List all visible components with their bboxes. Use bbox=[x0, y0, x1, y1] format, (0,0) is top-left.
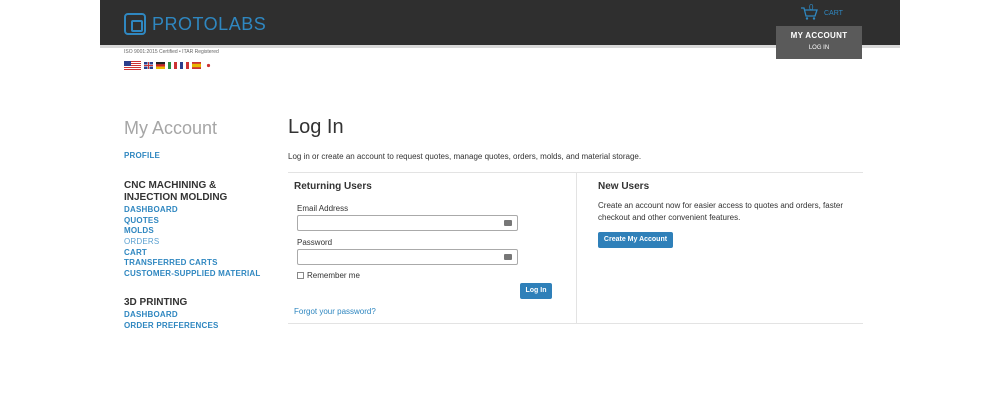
language-flags bbox=[124, 61, 213, 70]
autofill-key-icon[interactable] bbox=[504, 254, 512, 260]
remember-me-row[interactable]: Remember me bbox=[297, 271, 360, 280]
sidebar-item-orders[interactable]: ORDERS bbox=[124, 237, 159, 246]
sidebar-item-order-preferences[interactable]: ORDER PREFERENCES bbox=[124, 321, 219, 330]
uk-flag-icon[interactable] bbox=[144, 62, 153, 69]
sidebar-item-customer-supplied-material[interactable]: CUSTOMER-SUPPLIED MATERIAL bbox=[124, 269, 260, 278]
sidebar-item-cart[interactable]: CART bbox=[124, 248, 147, 257]
sidebar-item-profile[interactable]: PROFILE bbox=[124, 151, 160, 160]
sidebar-item-cnc-dashboard[interactable]: DASHBOARD bbox=[124, 205, 178, 214]
panel-column-divider bbox=[576, 172, 577, 324]
es-flag-icon[interactable] bbox=[192, 62, 201, 69]
cart-count-badge: 0 bbox=[809, 3, 814, 12]
login-button[interactable]: Log In bbox=[520, 283, 552, 299]
my-account-dropdown[interactable]: MY ACCOUNT LOG IN bbox=[776, 26, 862, 59]
email-field[interactable] bbox=[297, 215, 518, 231]
protolabs-logo[interactable]: PROTOLABS bbox=[124, 13, 266, 35]
cart-label: CART bbox=[824, 9, 843, 17]
new-users-description: Create an account now for easier access … bbox=[598, 201, 844, 222]
cart-link[interactable]: 0 CART bbox=[800, 3, 843, 20]
new-users-heading: New Users bbox=[598, 181, 650, 192]
cnc-heading-line2: INJECTION MOLDING bbox=[124, 192, 228, 203]
email-label: Email Address bbox=[297, 204, 349, 213]
remember-me-label: Remember me bbox=[307, 271, 360, 280]
us-flag-icon[interactable] bbox=[124, 61, 141, 70]
remember-me-checkbox[interactable] bbox=[297, 272, 304, 279]
printing-heading: 3D PRINTING bbox=[124, 297, 188, 308]
forgot-password-link[interactable]: Forgot your password? bbox=[294, 307, 376, 316]
page-title: Log In bbox=[288, 116, 344, 138]
create-account-button[interactable]: Create My Account bbox=[598, 232, 673, 248]
de-flag-icon[interactable] bbox=[156, 62, 165, 69]
password-field[interactable] bbox=[297, 249, 518, 265]
header-login-link[interactable]: LOG IN bbox=[776, 45, 862, 51]
cnc-heading-line1: CNC MACHINING & bbox=[124, 180, 217, 191]
returning-users-heading: Returning Users bbox=[294, 181, 372, 192]
it-flag-icon[interactable] bbox=[168, 62, 177, 69]
password-label: Password bbox=[297, 238, 333, 247]
autofill-card-icon[interactable] bbox=[504, 220, 512, 226]
sidebar-item-quotes[interactable]: QUOTES bbox=[124, 216, 159, 225]
my-account-title[interactable]: MY ACCOUNT bbox=[776, 31, 862, 40]
jp-flag-icon[interactable] bbox=[204, 62, 213, 69]
fr-flag-icon[interactable] bbox=[180, 62, 189, 69]
panel-bottom-border bbox=[288, 323, 863, 324]
intro-text: Log in or create an account to request q… bbox=[288, 152, 642, 161]
sidebar-item-transferred-carts[interactable]: TRANSFERRED CARTS bbox=[124, 258, 218, 267]
certification-text: ISO 9001:2015 Certified • ITAR Registere… bbox=[124, 49, 219, 55]
sidebar-item-molds[interactable]: MOLDS bbox=[124, 226, 154, 235]
protolabs-logo-icon bbox=[124, 13, 146, 35]
sidebar-title: My Account bbox=[124, 118, 218, 138]
brand-name: PROTOLABS bbox=[152, 13, 267, 34]
sidebar-item-printing-dashboard[interactable]: DASHBOARD bbox=[124, 310, 178, 319]
cart-icon: 0 bbox=[800, 3, 818, 20]
